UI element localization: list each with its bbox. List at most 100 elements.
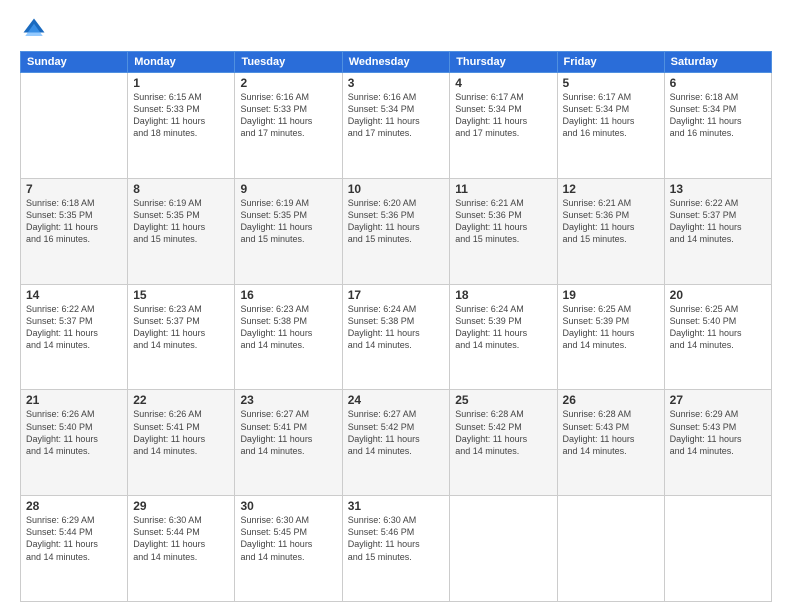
day-number: 8 — [133, 182, 229, 196]
day-number: 7 — [26, 182, 122, 196]
cell-info: Sunrise: 6:30 AM Sunset: 5:46 PM Dayligh… — [348, 514, 445, 563]
calendar-cell: 1Sunrise: 6:15 AM Sunset: 5:33 PM Daylig… — [128, 73, 235, 179]
cell-info: Sunrise: 6:25 AM Sunset: 5:39 PM Dayligh… — [563, 303, 659, 352]
calendar-cell: 17Sunrise: 6:24 AM Sunset: 5:38 PM Dayli… — [342, 284, 450, 390]
calendar-cell: 7Sunrise: 6:18 AM Sunset: 5:35 PM Daylig… — [21, 178, 128, 284]
logo — [20, 15, 52, 43]
calendar-body: 1Sunrise: 6:15 AM Sunset: 5:33 PM Daylig… — [21, 73, 772, 602]
calendar-cell: 20Sunrise: 6:25 AM Sunset: 5:40 PM Dayli… — [664, 284, 771, 390]
day-number: 19 — [563, 288, 659, 302]
cell-info: Sunrise: 6:16 AM Sunset: 5:34 PM Dayligh… — [348, 91, 445, 140]
calendar-cell: 3Sunrise: 6:16 AM Sunset: 5:34 PM Daylig… — [342, 73, 450, 179]
cell-info: Sunrise: 6:24 AM Sunset: 5:39 PM Dayligh… — [455, 303, 551, 352]
day-number: 6 — [670, 76, 766, 90]
calendar-cell: 16Sunrise: 6:23 AM Sunset: 5:38 PM Dayli… — [235, 284, 342, 390]
day-number: 22 — [133, 393, 229, 407]
day-number: 4 — [455, 76, 551, 90]
day-number: 28 — [26, 499, 122, 513]
day-number: 9 — [240, 182, 336, 196]
day-number: 18 — [455, 288, 551, 302]
cell-info: Sunrise: 6:20 AM Sunset: 5:36 PM Dayligh… — [348, 197, 445, 246]
cell-info: Sunrise: 6:18 AM Sunset: 5:35 PM Dayligh… — [26, 197, 122, 246]
calendar-cell: 22Sunrise: 6:26 AM Sunset: 5:41 PM Dayli… — [128, 390, 235, 496]
cell-info: Sunrise: 6:17 AM Sunset: 5:34 PM Dayligh… — [455, 91, 551, 140]
header-cell-friday: Friday — [557, 52, 664, 73]
cell-info: Sunrise: 6:22 AM Sunset: 5:37 PM Dayligh… — [670, 197, 766, 246]
day-number: 17 — [348, 288, 445, 302]
header-row: SundayMondayTuesdayWednesdayThursdayFrid… — [21, 52, 772, 73]
cell-info: Sunrise: 6:27 AM Sunset: 5:41 PM Dayligh… — [240, 408, 336, 457]
day-number: 16 — [240, 288, 336, 302]
calendar-cell: 28Sunrise: 6:29 AM Sunset: 5:44 PM Dayli… — [21, 496, 128, 602]
calendar-cell: 21Sunrise: 6:26 AM Sunset: 5:40 PM Dayli… — [21, 390, 128, 496]
calendar-cell: 25Sunrise: 6:28 AM Sunset: 5:42 PM Dayli… — [450, 390, 557, 496]
day-number: 26 — [563, 393, 659, 407]
calendar-cell: 27Sunrise: 6:29 AM Sunset: 5:43 PM Dayli… — [664, 390, 771, 496]
calendar-cell: 9Sunrise: 6:19 AM Sunset: 5:35 PM Daylig… — [235, 178, 342, 284]
cell-info: Sunrise: 6:25 AM Sunset: 5:40 PM Dayligh… — [670, 303, 766, 352]
cell-info: Sunrise: 6:23 AM Sunset: 5:37 PM Dayligh… — [133, 303, 229, 352]
cell-info: Sunrise: 6:26 AM Sunset: 5:40 PM Dayligh… — [26, 408, 122, 457]
calendar-cell: 13Sunrise: 6:22 AM Sunset: 5:37 PM Dayli… — [664, 178, 771, 284]
header-cell-tuesday: Tuesday — [235, 52, 342, 73]
calendar-cell: 23Sunrise: 6:27 AM Sunset: 5:41 PM Dayli… — [235, 390, 342, 496]
day-number: 11 — [455, 182, 551, 196]
cell-info: Sunrise: 6:19 AM Sunset: 5:35 PM Dayligh… — [133, 197, 229, 246]
logo-icon — [20, 15, 48, 43]
day-number: 1 — [133, 76, 229, 90]
day-number: 29 — [133, 499, 229, 513]
day-number: 31 — [348, 499, 445, 513]
week-row-4: 21Sunrise: 6:26 AM Sunset: 5:40 PM Dayli… — [21, 390, 772, 496]
calendar-cell: 11Sunrise: 6:21 AM Sunset: 5:36 PM Dayli… — [450, 178, 557, 284]
week-row-1: 1Sunrise: 6:15 AM Sunset: 5:33 PM Daylig… — [21, 73, 772, 179]
cell-info: Sunrise: 6:28 AM Sunset: 5:42 PM Dayligh… — [455, 408, 551, 457]
calendar-header: SundayMondayTuesdayWednesdayThursdayFrid… — [21, 52, 772, 73]
day-number: 13 — [670, 182, 766, 196]
header — [20, 15, 772, 43]
cell-info: Sunrise: 6:15 AM Sunset: 5:33 PM Dayligh… — [133, 91, 229, 140]
cell-info: Sunrise: 6:30 AM Sunset: 5:45 PM Dayligh… — [240, 514, 336, 563]
cell-info: Sunrise: 6:26 AM Sunset: 5:41 PM Dayligh… — [133, 408, 229, 457]
header-cell-wednesday: Wednesday — [342, 52, 450, 73]
calendar-cell: 14Sunrise: 6:22 AM Sunset: 5:37 PM Dayli… — [21, 284, 128, 390]
calendar-cell: 12Sunrise: 6:21 AM Sunset: 5:36 PM Dayli… — [557, 178, 664, 284]
day-number: 3 — [348, 76, 445, 90]
calendar-cell: 8Sunrise: 6:19 AM Sunset: 5:35 PM Daylig… — [128, 178, 235, 284]
calendar-cell — [450, 496, 557, 602]
calendar-cell: 15Sunrise: 6:23 AM Sunset: 5:37 PM Dayli… — [128, 284, 235, 390]
day-number: 14 — [26, 288, 122, 302]
calendar-table: SundayMondayTuesdayWednesdayThursdayFrid… — [20, 51, 772, 602]
day-number: 20 — [670, 288, 766, 302]
week-row-3: 14Sunrise: 6:22 AM Sunset: 5:37 PM Dayli… — [21, 284, 772, 390]
cell-info: Sunrise: 6:17 AM Sunset: 5:34 PM Dayligh… — [563, 91, 659, 140]
page: SundayMondayTuesdayWednesdayThursdayFrid… — [0, 0, 792, 612]
calendar-cell: 5Sunrise: 6:17 AM Sunset: 5:34 PM Daylig… — [557, 73, 664, 179]
cell-info: Sunrise: 6:18 AM Sunset: 5:34 PM Dayligh… — [670, 91, 766, 140]
cell-info: Sunrise: 6:29 AM Sunset: 5:43 PM Dayligh… — [670, 408, 766, 457]
cell-info: Sunrise: 6:21 AM Sunset: 5:36 PM Dayligh… — [563, 197, 659, 246]
day-number: 12 — [563, 182, 659, 196]
cell-info: Sunrise: 6:19 AM Sunset: 5:35 PM Dayligh… — [240, 197, 336, 246]
calendar-cell: 4Sunrise: 6:17 AM Sunset: 5:34 PM Daylig… — [450, 73, 557, 179]
day-number: 21 — [26, 393, 122, 407]
day-number: 30 — [240, 499, 336, 513]
day-number: 27 — [670, 393, 766, 407]
day-number: 24 — [348, 393, 445, 407]
calendar-cell: 2Sunrise: 6:16 AM Sunset: 5:33 PM Daylig… — [235, 73, 342, 179]
header-cell-thursday: Thursday — [450, 52, 557, 73]
calendar-cell: 18Sunrise: 6:24 AM Sunset: 5:39 PM Dayli… — [450, 284, 557, 390]
calendar-cell: 19Sunrise: 6:25 AM Sunset: 5:39 PM Dayli… — [557, 284, 664, 390]
day-number: 10 — [348, 182, 445, 196]
cell-info: Sunrise: 6:22 AM Sunset: 5:37 PM Dayligh… — [26, 303, 122, 352]
calendar-cell: 10Sunrise: 6:20 AM Sunset: 5:36 PM Dayli… — [342, 178, 450, 284]
cell-info: Sunrise: 6:30 AM Sunset: 5:44 PM Dayligh… — [133, 514, 229, 563]
calendar-cell: 29Sunrise: 6:30 AM Sunset: 5:44 PM Dayli… — [128, 496, 235, 602]
calendar-cell — [664, 496, 771, 602]
calendar-cell: 26Sunrise: 6:28 AM Sunset: 5:43 PM Dayli… — [557, 390, 664, 496]
cell-info: Sunrise: 6:27 AM Sunset: 5:42 PM Dayligh… — [348, 408, 445, 457]
calendar-cell: 24Sunrise: 6:27 AM Sunset: 5:42 PM Dayli… — [342, 390, 450, 496]
calendar-cell: 6Sunrise: 6:18 AM Sunset: 5:34 PM Daylig… — [664, 73, 771, 179]
cell-info: Sunrise: 6:16 AM Sunset: 5:33 PM Dayligh… — [240, 91, 336, 140]
calendar-cell: 31Sunrise: 6:30 AM Sunset: 5:46 PM Dayli… — [342, 496, 450, 602]
cell-info: Sunrise: 6:29 AM Sunset: 5:44 PM Dayligh… — [26, 514, 122, 563]
